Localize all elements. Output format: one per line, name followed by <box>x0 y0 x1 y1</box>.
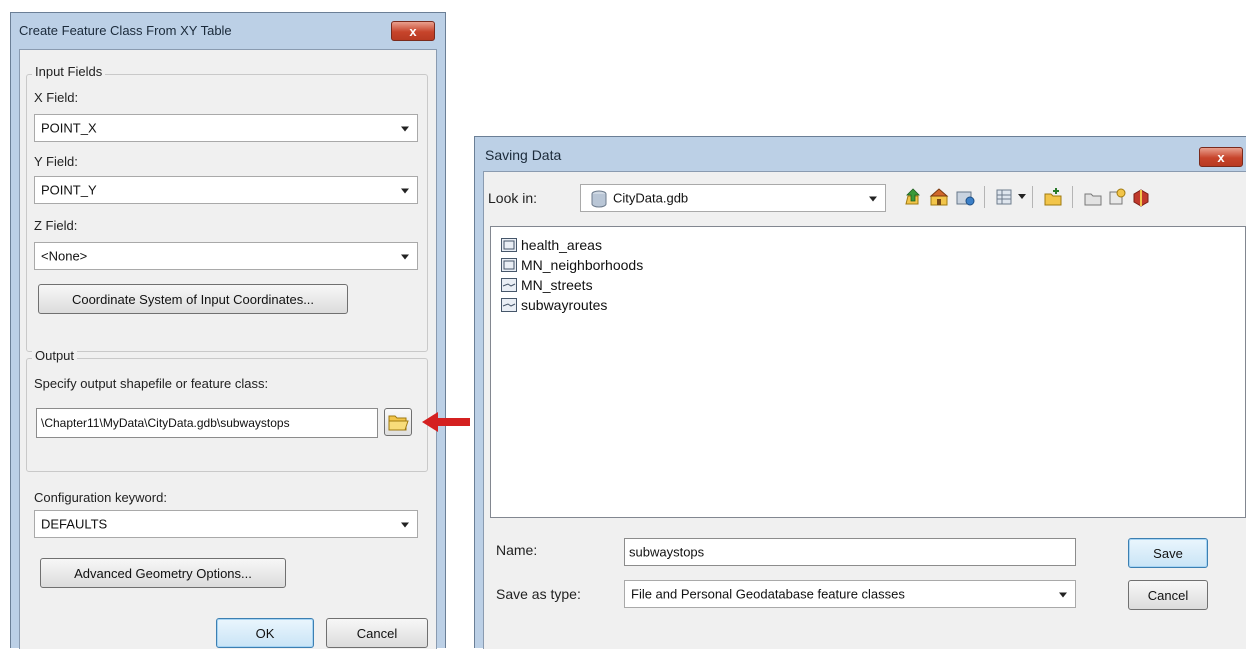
connect-folder-icon[interactable] <box>954 186 976 208</box>
item-name: MN_neighborhoods <box>521 257 644 273</box>
item-name: subwayroutes <box>521 297 608 313</box>
red-pointer-arrow-icon <box>422 412 470 432</box>
chevron-down-icon <box>401 126 409 132</box>
up-one-level-icon[interactable] <box>902 186 924 208</box>
toolbar-separator <box>1072 186 1073 208</box>
list-item-subwayroutes[interactable]: subwayroutes <box>501 295 643 315</box>
save-as-type-value: File and Personal Geodatabase feature cl… <box>631 586 905 602</box>
line-feature-class-icon <box>501 278 517 292</box>
output-path-value: \Chapter11\MyData\CityData.gdb\subwaysto… <box>41 416 290 430</box>
new-feature-dataset-icon[interactable] <box>1106 186 1128 208</box>
saving-data-dialog: Saving Data x Look in: CityData.gdb heal… <box>474 136 1246 649</box>
output-path-field[interactable]: \Chapter11\MyData\CityData.gdb\subwaysto… <box>36 408 378 438</box>
new-geodatabase-folder-icon[interactable] <box>1082 186 1104 208</box>
config-keyword-value: DEFAULTS <box>41 516 108 532</box>
save-as-type-select[interactable]: File and Personal Geodatabase feature cl… <box>624 580 1076 608</box>
chevron-down-icon <box>401 254 409 260</box>
y-field-value: POINT_Y <box>41 182 97 198</box>
y-field-label: Y Field: <box>34 154 78 169</box>
dialog-client-area: Input Fields X Field: POINT_X Y Field: P… <box>19 49 437 649</box>
z-field-select[interactable]: <None> <box>34 242 418 270</box>
item-name: MN_streets <box>521 277 593 293</box>
z-field-value: <None> <box>41 248 88 264</box>
name-label: Name: <box>496 542 538 558</box>
title-bar[interactable] <box>475 137 1245 171</box>
polygon-feature-class-icon <box>501 258 517 272</box>
polygon-feature-class-icon <box>501 238 517 252</box>
file-list-pane[interactable]: health_areas MN_neighborhoods MN_streets… <box>490 226 1246 518</box>
line-feature-class-icon <box>501 298 517 312</box>
input-fields-legend: Input Fields <box>32 64 106 79</box>
cancel-button[interactable]: Cancel <box>326 618 428 648</box>
x-field-value: POINT_X <box>41 120 97 136</box>
list-item-mn-neighborhoods[interactable]: MN_neighborhoods <box>501 255 643 275</box>
output-label: Specify output shapefile or feature clas… <box>34 376 269 391</box>
new-folder-icon[interactable] <box>1042 186 1064 208</box>
view-menu-icon[interactable] <box>994 186 1016 208</box>
config-keyword-label: Configuration keyword: <box>34 490 167 505</box>
dialog-title: Saving Data <box>485 147 562 163</box>
list-item-mn-streets[interactable]: MN_streets <box>501 275 643 295</box>
close-icon: x <box>1217 149 1225 165</box>
close-button[interactable]: x <box>391 21 435 41</box>
item-name: health_areas <box>521 237 602 253</box>
create-feature-class-dialog: Create Feature Class From XY Table x Inp… <box>10 12 446 649</box>
name-field[interactable]: subwaystops <box>624 538 1076 566</box>
look-in-label: Look in: <box>488 190 538 206</box>
look-in-select[interactable]: CityData.gdb <box>580 184 886 212</box>
toolbar-separator <box>984 186 985 208</box>
output-legend: Output <box>32 348 78 363</box>
cancel-button[interactable]: Cancel <box>1128 580 1208 610</box>
list-item-health-areas[interactable]: health_areas <box>501 235 643 255</box>
chevron-down-icon[interactable] <box>1018 194 1026 200</box>
file-list: health_areas MN_neighborhoods MN_streets… <box>501 235 643 315</box>
browse-button[interactable] <box>384 408 412 436</box>
close-icon: x <box>409 23 417 39</box>
z-field-label: Z Field: <box>34 218 78 233</box>
chevron-down-icon <box>869 196 877 202</box>
chevron-down-icon <box>401 522 409 528</box>
ok-button[interactable]: OK <box>216 618 314 648</box>
home-folder-icon[interactable] <box>928 186 950 208</box>
folder-open-icon <box>388 415 409 431</box>
save-as-type-label: Save as type: <box>496 586 581 602</box>
coordinate-system-button[interactable]: Coordinate System of Input Coordinates..… <box>38 284 348 314</box>
chevron-down-icon <box>1059 592 1067 598</box>
toolbox-icon[interactable] <box>1130 186 1152 208</box>
x-field-label: X Field: <box>34 90 79 105</box>
x-field-select[interactable]: POINT_X <box>34 114 418 142</box>
advanced-geometry-button[interactable]: Advanced Geometry Options... <box>40 558 286 588</box>
close-button[interactable]: x <box>1199 147 1243 167</box>
config-keyword-select[interactable]: DEFAULTS <box>34 510 418 538</box>
name-value: subwaystops <box>629 544 705 560</box>
toolbar-separator <box>1032 186 1033 208</box>
y-field-select[interactable]: POINT_Y <box>34 176 418 204</box>
save-button[interactable]: Save <box>1128 538 1208 568</box>
look-in-value: CityData.gdb <box>613 190 689 206</box>
chevron-down-icon <box>401 188 409 194</box>
database-icon <box>591 190 607 208</box>
dialog-title: Create Feature Class From XY Table <box>19 23 232 38</box>
dialog-client-area: Look in: CityData.gdb health_areas MN_ne… <box>483 171 1246 649</box>
